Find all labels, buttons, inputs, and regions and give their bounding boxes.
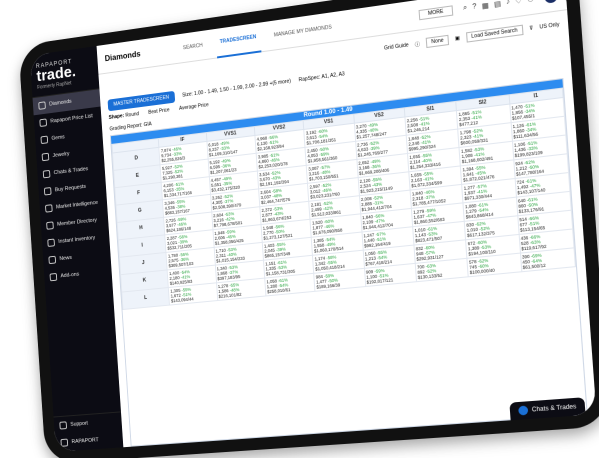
none-select[interactable]: None xyxy=(425,34,450,49)
grid-cell[interactable]: 1,305 -55% 1,672 -51% $143,094/44 xyxy=(168,282,218,306)
grid-cell[interactable]: 1,058 -61% 1,280 -54% $258,010/61 xyxy=(264,273,316,296)
sidebar-item-label: Member Directory xyxy=(56,217,98,228)
page-stage: RAPAPORT trade. Formerly RapNet Diamonds… xyxy=(0,0,599,458)
sidebar-item-label: News xyxy=(59,255,73,263)
grid-cell[interactable]: 984 -59% 1,477 -50% $189,166/39 xyxy=(313,268,366,292)
avatar[interactable] xyxy=(544,0,558,4)
help-icon[interactable]: ? xyxy=(472,2,477,11)
price-list-icon xyxy=(39,118,48,127)
sidebar-item-label: Rapaport Price List xyxy=(50,113,93,125)
grid-cell[interactable]: 909 -59% 1,100 -51% $192,817/121 xyxy=(364,263,417,287)
sidebar-item-rapaport[interactable]: RAPAPORT xyxy=(55,430,124,452)
sidebar-item-label: RAPAPORT xyxy=(71,437,99,446)
heart-icon[interactable]: ♡ xyxy=(515,0,522,5)
sidebar-item-label: Add-ons xyxy=(60,271,80,280)
load-saved-search-select[interactable]: Load Saved Search xyxy=(465,24,524,43)
sidebar-item-label: Buy Requests xyxy=(54,183,87,194)
page-title: Diamonds xyxy=(104,49,141,64)
average-price-toggle[interactable]: Average Price xyxy=(179,102,209,112)
grid-cell[interactable]: 390 -69% 450 -64% $61,500/12 xyxy=(520,247,576,272)
tablet-frame: RAPAPORT trade. Formerly RapNet Diamonds… xyxy=(18,0,599,458)
cart-icon xyxy=(43,187,52,196)
sidebar-item-label: Chats & Trades xyxy=(53,166,89,177)
chat-icon xyxy=(42,169,51,179)
grid-cell[interactable]: 1,278 -55% 1,586 -48% $216,101/82 xyxy=(216,278,266,301)
handshake-icon[interactable]: ⚇ xyxy=(527,0,534,4)
calculator-icon[interactable]: ▤ xyxy=(494,0,501,8)
members-icon xyxy=(46,221,54,230)
chart-icon xyxy=(45,204,53,213)
price-grid: Round 1.00 - 1.49 IF VVS1 VVS2 VS1 VS2 SI1 SI2… xyxy=(109,77,588,447)
search-icon[interactable]: ⌕ xyxy=(463,4,468,13)
grid-guide-link[interactable]: Grid Guide xyxy=(384,42,409,51)
shape-label: Shape: xyxy=(108,113,125,121)
sidebar-item-label: Jewelry xyxy=(52,151,70,159)
shape-value: Round xyxy=(125,111,140,119)
inventory-icon xyxy=(47,238,55,247)
filter-icon[interactable]: ⊽ xyxy=(529,25,533,32)
sidebar-item-label: Diamonds xyxy=(49,98,72,108)
sidebar-item-label: Gems xyxy=(51,134,65,142)
best-price-toggle[interactable]: Best Price xyxy=(148,107,170,116)
rapaport-logo-icon xyxy=(60,438,69,447)
app-screen: RAPAPORT trade. Formerly RapNet Diamonds… xyxy=(29,0,597,452)
gem-icon xyxy=(40,135,49,145)
bell-icon[interactable]: ♪ xyxy=(506,0,510,7)
grid-cell[interactable]: 700 -63% 892 -52% $130,133/52 xyxy=(415,258,469,282)
sidebar-footer: Support RAPAPORT xyxy=(53,411,124,452)
us-only-toggle[interactable]: US Only xyxy=(539,22,559,31)
addons-icon xyxy=(49,272,58,282)
info-icon[interactable]: ⓘ xyxy=(415,40,421,48)
diamond-icon xyxy=(38,101,46,110)
sidebar-item-label: Market Intelligence xyxy=(55,199,99,211)
chats-label: Chats & Trades xyxy=(531,403,577,414)
grid-cell[interactable]: 578 -62% 745 -60% $100,000/40 xyxy=(467,253,522,277)
color-label: L xyxy=(121,287,170,310)
more-dropdown[interactable]: MORE xyxy=(418,4,454,20)
help-icon xyxy=(59,421,68,430)
news-icon xyxy=(48,255,57,265)
calendar-icon[interactable]: ▦ xyxy=(481,1,489,10)
chat-bubble-icon xyxy=(517,405,528,416)
save-icon[interactable]: ▣ xyxy=(455,35,460,42)
top-icons: ⌕ ? ▦ ▤ ♪ ♡ ⚇ xyxy=(463,0,534,13)
ring-icon xyxy=(41,152,50,162)
sidebar-item-label: Support xyxy=(70,420,89,428)
main-content: Diamonds SEARCH TRADESCREEN MANAGE MY DI… xyxy=(96,0,597,447)
tab-search[interactable]: SEARCH xyxy=(178,30,207,63)
sidebar-item-label: Instant Inventory xyxy=(58,235,96,245)
